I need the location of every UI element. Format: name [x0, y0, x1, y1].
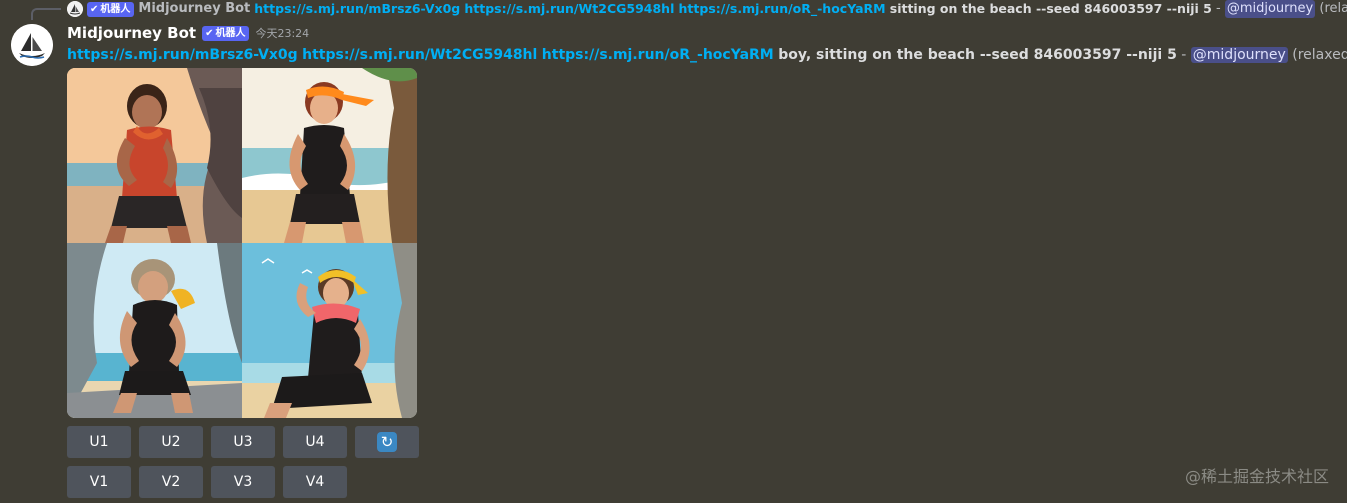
bot-badge: ✔ 机器人 — [87, 1, 135, 17]
variation-button-row: V1 V2 V3 V4 — [67, 466, 347, 498]
content-link-1[interactable]: https://s.mj.run/mBrsz6-Vx0g — [67, 47, 298, 63]
u3-button[interactable]: U3 — [211, 426, 275, 458]
check-icon: ✔ — [205, 27, 214, 39]
reply-prompt: sitting on the beach --seed 846003597 --… — [889, 1, 1212, 16]
content-prompt: boy, sitting on the beach --seed 8460035… — [778, 47, 1177, 63]
upscale-button-row: U1 U2 U3 U4 ↻ — [67, 426, 419, 458]
grid-image-1[interactable] — [67, 68, 242, 243]
timestamp[interactable]: 今天23:24 — [255, 25, 309, 41]
u2-button[interactable]: U2 — [139, 426, 203, 458]
content-link-3[interactable]: https://s.mj.run/oR_-hocYaRM — [542, 47, 774, 63]
bot-avatar[interactable] — [11, 24, 53, 66]
grid-image-4[interactable] — [242, 243, 417, 418]
reply-link-1[interactable]: https://s.mj.run/mBrsz6-Vx0g — [254, 0, 460, 18]
reply-link-2[interactable]: https://s.mj.run/Wt2CG5948hl — [464, 0, 674, 18]
grid-image-3[interactable] — [67, 243, 242, 418]
reply-spine — [31, 8, 61, 20]
reply-author[interactable]: Midjourney Bot — [138, 0, 250, 18]
refresh-icon: ↻ — [377, 432, 397, 452]
author-name[interactable]: Midjourney Bot — [67, 24, 196, 42]
reply-link-3[interactable]: https://s.mj.run/oR_-hocYaRM — [679, 0, 886, 18]
v3-button[interactable]: V3 — [211, 466, 275, 498]
reply-reference[interactable]: ✔ 机器人 Midjourney Bot https://s.mj.run/mBr… — [67, 0, 1347, 18]
message-content: https://s.mj.run/mBrsz6-Vx0g https://s.m… — [67, 44, 1347, 66]
content-mention[interactable]: @midjourney — [1190, 47, 1288, 63]
content-status: (relaxed) — [1292, 47, 1347, 63]
reply-mention[interactable]: @midjourney — [1224, 0, 1316, 18]
reply-separator: - — [1216, 1, 1221, 16]
bot-badge: ✔ 机器人 — [202, 25, 250, 41]
content-link-2[interactable]: https://s.mj.run/Wt2CG5948hl — [302, 47, 537, 63]
reroll-button[interactable]: ↻ — [355, 426, 419, 458]
check-icon: ✔ — [90, 3, 99, 15]
v2-button[interactable]: V2 — [139, 466, 203, 498]
reply-status: (relaxed) — [1319, 1, 1347, 16]
watermark: @稀土掘金技术社区 — [1184, 467, 1329, 486]
u4-button[interactable]: U4 — [283, 426, 347, 458]
message-header: Midjourney Bot ✔ 机器人 今天23:24 — [67, 22, 309, 44]
v1-button[interactable]: V1 — [67, 466, 131, 498]
v4-button[interactable]: V4 — [283, 466, 347, 498]
reply-avatar — [67, 1, 83, 17]
content-separator: - — [1181, 47, 1187, 63]
image-grid[interactable] — [67, 68, 417, 418]
discord-message-view: ✔ 机器人 Midjourney Bot https://s.mj.run/mBr… — [0, 0, 1347, 503]
grid-image-2[interactable] — [242, 68, 417, 243]
u1-button[interactable]: U1 — [67, 426, 131, 458]
